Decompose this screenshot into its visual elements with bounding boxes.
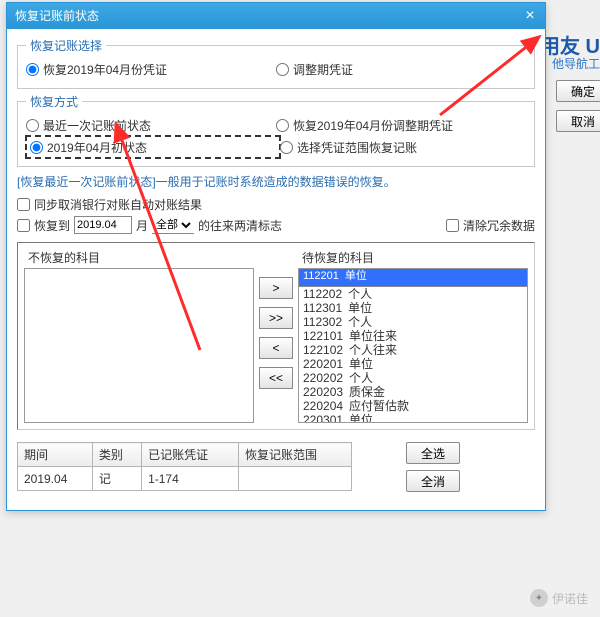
r4-label: 选择凭证范围恢复记账 (297, 139, 417, 156)
radio-adjust-period[interactable] (276, 119, 289, 132)
list-item[interactable]: 112201单位 (299, 269, 527, 287)
group-restore-mode: 恢复方式 最近一次记账前状态 恢复2019年04月份调整期凭证 2019年04月… (17, 93, 535, 167)
chk-restore-to[interactable] (17, 219, 30, 232)
ok-button[interactable]: 确定 (556, 80, 600, 102)
watermark-text: 伊诺佳 (552, 590, 588, 607)
chk-sync-cancel[interactable] (17, 198, 30, 211)
restore-period-input[interactable] (74, 216, 132, 234)
select-all-button[interactable]: 全选 (406, 442, 460, 464)
close-icon[interactable]: × (515, 3, 545, 29)
cell-period: 2019.04 (18, 467, 93, 491)
opt-adjust-voucher[interactable]: 调整期凭证 (276, 58, 526, 80)
th-posted: 已记账凭证 (142, 443, 239, 467)
suffix-label: 的往来两清标志 (198, 217, 282, 234)
cell-category: 记 (92, 467, 141, 491)
list-item[interactable]: 220204应付暂估款 (299, 399, 527, 413)
move-all-right-button[interactable]: >> (259, 307, 293, 329)
opt-restore-voucher[interactable]: 恢复2019年04月份凭证 (26, 58, 276, 80)
r2-label: 恢复2019年04月份调整期凭证 (293, 117, 453, 134)
left-list-label: 不恢复的科目 (24, 249, 254, 266)
watermark: ✦ 伊诺佳 (530, 589, 588, 607)
external-buttons: 确定 取消 (556, 80, 600, 132)
list-item[interactable]: 112202个人 (299, 287, 527, 301)
list-item[interactable]: 220301单位 (299, 413, 527, 423)
chk-clear-redundant[interactable] (446, 219, 459, 232)
table-row[interactable]: 2019.04 记 1-174 (18, 467, 352, 491)
left-listbox[interactable] (24, 268, 254, 423)
opt-month-initial[interactable]: 2019年04月初状态 (26, 136, 280, 158)
group2-legend: 恢复方式 (26, 93, 82, 110)
cell-posted: 1-174 (142, 467, 239, 491)
th-range: 恢复记账范围 (239, 443, 352, 467)
cancel-button[interactable]: 取消 (556, 110, 600, 132)
scope-select[interactable]: 全部 (152, 216, 194, 234)
move-all-left-button[interactable]: << (259, 367, 293, 389)
list-item[interactable]: 220202个人 (299, 371, 527, 385)
radio-month-initial[interactable] (30, 141, 43, 154)
th-category: 类别 (92, 443, 141, 467)
month-label: 月 (136, 217, 148, 234)
chk-clear-label: 清除冗余数据 (463, 217, 535, 234)
radio-last-state[interactable] (26, 119, 39, 132)
group1-legend: 恢复记账选择 (26, 37, 106, 54)
move-left-button[interactable]: < (259, 337, 293, 359)
right-list-label: 待恢复的科目 (298, 249, 528, 266)
bg-sub: 他导航工 (552, 55, 600, 72)
th-period: 期间 (18, 443, 93, 467)
list-item[interactable]: 220201单位 (299, 357, 527, 371)
wechat-icon: ✦ (530, 589, 548, 607)
chk-restore-to-label: 恢复到 (34, 217, 70, 234)
radio-restore-voucher[interactable] (26, 63, 39, 76)
list-item[interactable]: 112302个人 (299, 315, 527, 329)
list-item[interactable]: 112301单位 (299, 301, 527, 315)
select-none-button[interactable]: 全消 (406, 470, 460, 492)
titlebar: 恢复记账前状态 × (7, 3, 545, 29)
list-item[interactable]: 220203质保金 (299, 385, 527, 399)
move-right-button[interactable]: > (259, 277, 293, 299)
list-item[interactable]: 122102个人往来 (299, 343, 527, 357)
chk-sync-label: 同步取消银行对账自动对账结果 (34, 196, 202, 213)
description-text: [恢复最近一次记账前状态]一般用于记账时系统造成的数据错误的恢复。 (17, 173, 535, 190)
summary-table: 期间 类别 已记账凭证 恢复记账范围 2019.04 记 1-174 (17, 442, 352, 491)
opt-adjust-period[interactable]: 恢复2019年04月份调整期凭证 (276, 114, 526, 136)
r3-label: 2019年04月初状态 (47, 139, 147, 156)
opt2-label: 调整期凭证 (293, 61, 353, 78)
dialog-title: 恢复记账前状态 (15, 9, 99, 23)
cell-range (239, 467, 352, 491)
right-listbox[interactable]: 112201单位112202个人112301单位112302个人122101单位… (298, 268, 528, 423)
opt-last-state[interactable]: 最近一次记账前状态 (26, 114, 276, 136)
radio-adjust-voucher[interactable] (276, 63, 289, 76)
opt1-label: 恢复2019年04月份凭证 (43, 61, 167, 78)
transfer-panel: 不恢复的科目 > >> < << 待恢复的科目 112201单位112202个人… (17, 242, 535, 430)
radio-select-range[interactable] (280, 141, 293, 154)
dialog: 恢复记账前状态 × 恢复记账选择 恢复2019年04月份凭证 调整期凭证 恢复方… (6, 2, 546, 511)
r1-label: 最近一次记账前状态 (43, 117, 151, 134)
list-item[interactable]: 122101单位往来 (299, 329, 527, 343)
opt-select-range[interactable]: 选择凭证范围恢复记账 (280, 136, 526, 158)
group-restore-select: 恢复记账选择 恢复2019年04月份凭证 调整期凭证 (17, 37, 535, 89)
